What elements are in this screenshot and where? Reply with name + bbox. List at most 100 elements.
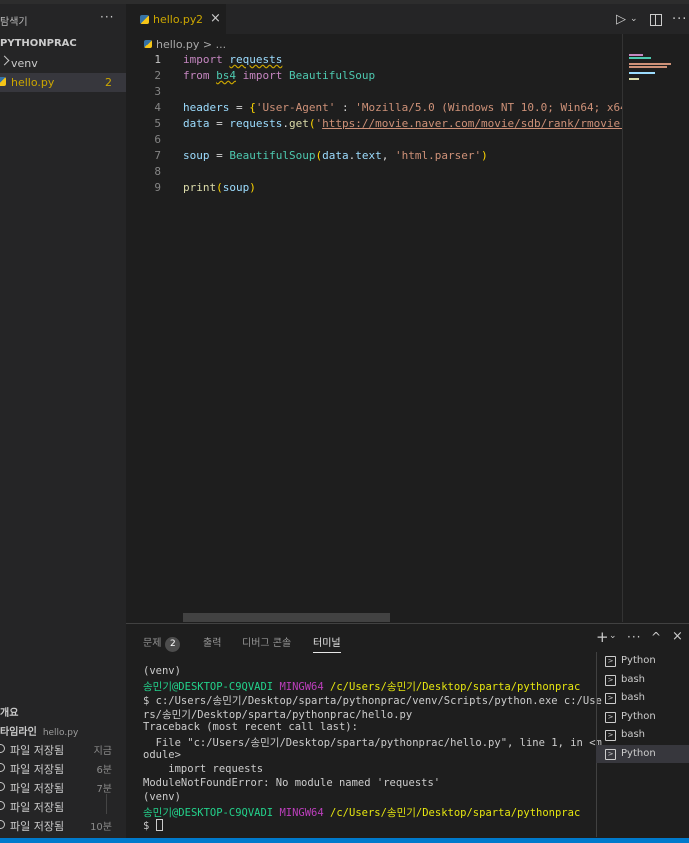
terminal-name: Python	[621, 710, 656, 722]
breadcrumb-text: hello.py > ...	[156, 38, 227, 51]
maximize-panel-icon[interactable]: ^	[651, 630, 661, 644]
code-token: .	[282, 117, 289, 130]
circle-icon	[0, 744, 5, 753]
tree-item-hello-py[interactable]: hello.py 2	[0, 73, 126, 92]
explorer-more-icon[interactable]: ···	[100, 10, 114, 24]
terminal-name: Python	[621, 655, 656, 666]
timeline-section-header[interactable]: 타임라인 hello.py	[0, 723, 78, 738]
terminal-instance[interactable]: > Python	[596, 708, 689, 727]
tree-item-label: venv	[11, 57, 38, 70]
split-editor-icon[interactable]	[650, 14, 662, 26]
timeline-item[interactable]: 파일 저장됨	[0, 797, 126, 816]
terminal-text: MINGW64	[279, 807, 331, 819]
code-token: requests	[229, 117, 283, 130]
terminal-line: ModuleNotFoundError: No module named 're…	[143, 777, 583, 791]
terminal-text: (venv)	[143, 665, 181, 677]
circle-icon	[0, 763, 5, 772]
terminal-output[interactable]: (venv) 송민기@DESKTOP-C9QVADI MINGW64 /c/Use…	[143, 665, 602, 833]
code-token: data	[183, 117, 210, 130]
minimap[interactable]	[622, 34, 689, 622]
code-line[interactable]: 4 headers = {'User-Agent' : 'Mozilla/5.0 …	[126, 101, 622, 117]
code-token: from	[183, 69, 210, 82]
code-line[interactable]: 7 soup = BeautifulSoup(data.text, 'html.p…	[126, 149, 622, 165]
terminal-line: import requests	[143, 763, 583, 777]
code-line[interactable]: 5 data = requests.get('https://movie.nave…	[126, 117, 622, 133]
code-text: print(soup)	[183, 181, 256, 194]
circle-icon	[0, 782, 5, 791]
code-token: )	[481, 149, 488, 162]
code-line[interactable]: 9 print(soup)	[126, 181, 622, 197]
terminal-instance[interactable]: > bash	[596, 726, 689, 745]
terminal-text: /c/Users/송민기/Desktop/sparta/pythonprac	[330, 681, 581, 693]
code-editor[interactable]: 1 import requests 2 from bs4 import Beautif…	[126, 53, 622, 623]
new-terminal-icon[interactable]: +	[596, 628, 609, 646]
terminal-text: $ c:/Users/송민기/Desktop/sparta/pythonprac…	[143, 695, 602, 707]
code-token: BeautifulSoup	[289, 69, 376, 82]
close-panel-icon[interactable]: ×	[672, 629, 683, 644]
terminal-text: $	[143, 820, 156, 832]
terminal-icon: >	[605, 693, 616, 704]
chevron-down-icon[interactable]: ⌄	[630, 14, 638, 24]
tab-debug-console[interactable]: 디버그 콘솔	[242, 634, 291, 649]
tab-hello-py[interactable]: hello.py 2 ×	[126, 4, 226, 34]
timeline-item-time: 10분	[90, 822, 112, 833]
code-text: headers = {'User-Agent' : 'Mozilla/5.0 (…	[183, 101, 622, 114]
terminal-text: import requests	[143, 763, 264, 775]
minimap-line	[629, 66, 667, 68]
run-icon[interactable]: ▷	[616, 12, 626, 27]
code-line[interactable]: 2 from bs4 import BeautifulSoup	[126, 69, 622, 85]
workspace-folder-label[interactable]: PYTHONPRAC	[0, 38, 77, 49]
timeline-item[interactable]: 파일 저장됨 10분	[0, 816, 126, 835]
terminal-instance[interactable]: > Python	[596, 744, 689, 763]
tab-problem-count: 2	[196, 13, 203, 26]
terminal-text: Traceback (most recent call last):	[143, 721, 358, 733]
timeline-item[interactable]: 파일 저장됨 지금	[0, 740, 126, 759]
tab-terminal[interactable]: 터미널	[313, 634, 341, 653]
terminal-text: /c/Users/송민기/Desktop/sparta/pythonprac	[330, 807, 581, 819]
code-token: =	[229, 101, 250, 114]
code-token: https://movie.naver.com/movie/sdb/rank/r…	[322, 117, 622, 130]
code-line[interactable]: 3	[126, 85, 622, 101]
minimap-line	[629, 72, 655, 74]
timeline-item[interactable]: 파일 저장됨 6분	[0, 759, 126, 778]
horizontal-scrollbar[interactable]	[183, 613, 390, 622]
terminal-instance[interactable]: > bash	[596, 689, 689, 708]
code-line[interactable]: 1 import requests	[126, 53, 622, 69]
line-number: 9	[154, 181, 161, 194]
terminal-text: MINGW64	[279, 681, 331, 693]
code-token: 'User-Agent'	[255, 101, 336, 114]
terminal-instance[interactable]: > bash	[596, 671, 689, 690]
terminal-text: rs/송민기/Desktop/sparta/pythonprac/hello.p…	[143, 709, 413, 721]
more-actions-icon[interactable]: ···	[672, 12, 687, 27]
timeline-item[interactable]: 파일 저장됨 7분	[0, 778, 126, 797]
code-token: headers	[183, 101, 230, 114]
terminal-text: File "c:/Users/송민기/Desktop/sparta/python…	[143, 737, 602, 749]
terminal-instance[interactable]: > Python	[596, 652, 689, 671]
more-actions-icon[interactable]: ···	[627, 630, 641, 644]
terminal-line: Traceback (most recent call last):	[143, 721, 583, 735]
line-number: 2	[154, 69, 161, 82]
terminal-name: bash	[621, 673, 646, 685]
terminal-text: (venv)	[143, 791, 181, 803]
tab-output[interactable]: 출력	[203, 634, 221, 649]
code-token: soup	[222, 181, 250, 194]
tree-item-venv[interactable]: venv	[0, 54, 126, 73]
close-icon[interactable]: ×	[210, 11, 221, 26]
code-token: bs4	[216, 69, 236, 82]
code-text: soup = BeautifulSoup(data.text, 'html.pa…	[183, 149, 488, 162]
line-number: 6	[154, 133, 161, 146]
outline-section-header[interactable]: 개요	[0, 704, 18, 719]
line-number: 5	[154, 117, 161, 130]
tab-problems[interactable]: 문제 2	[143, 634, 181, 652]
code-token: BeautifulSoup	[229, 149, 316, 162]
python-file-icon	[144, 40, 152, 48]
explorer-sidebar: 탐색기 ··· PYTHONPRAC venv hello.py 2 개요 타임…	[0, 4, 126, 838]
timeline-item-time: 지금	[93, 746, 112, 757]
code-token: {	[249, 101, 256, 114]
chevron-down-icon[interactable]: ⌄	[609, 631, 617, 641]
breadcrumb[interactable]: hello.py > ...	[144, 38, 226, 51]
code-line[interactable]: 6	[126, 133, 622, 149]
terminal-text: ModuleNotFoundError: No module named 're…	[143, 777, 441, 789]
python-file-icon	[0, 77, 6, 86]
code-line[interactable]: 8	[126, 165, 622, 181]
